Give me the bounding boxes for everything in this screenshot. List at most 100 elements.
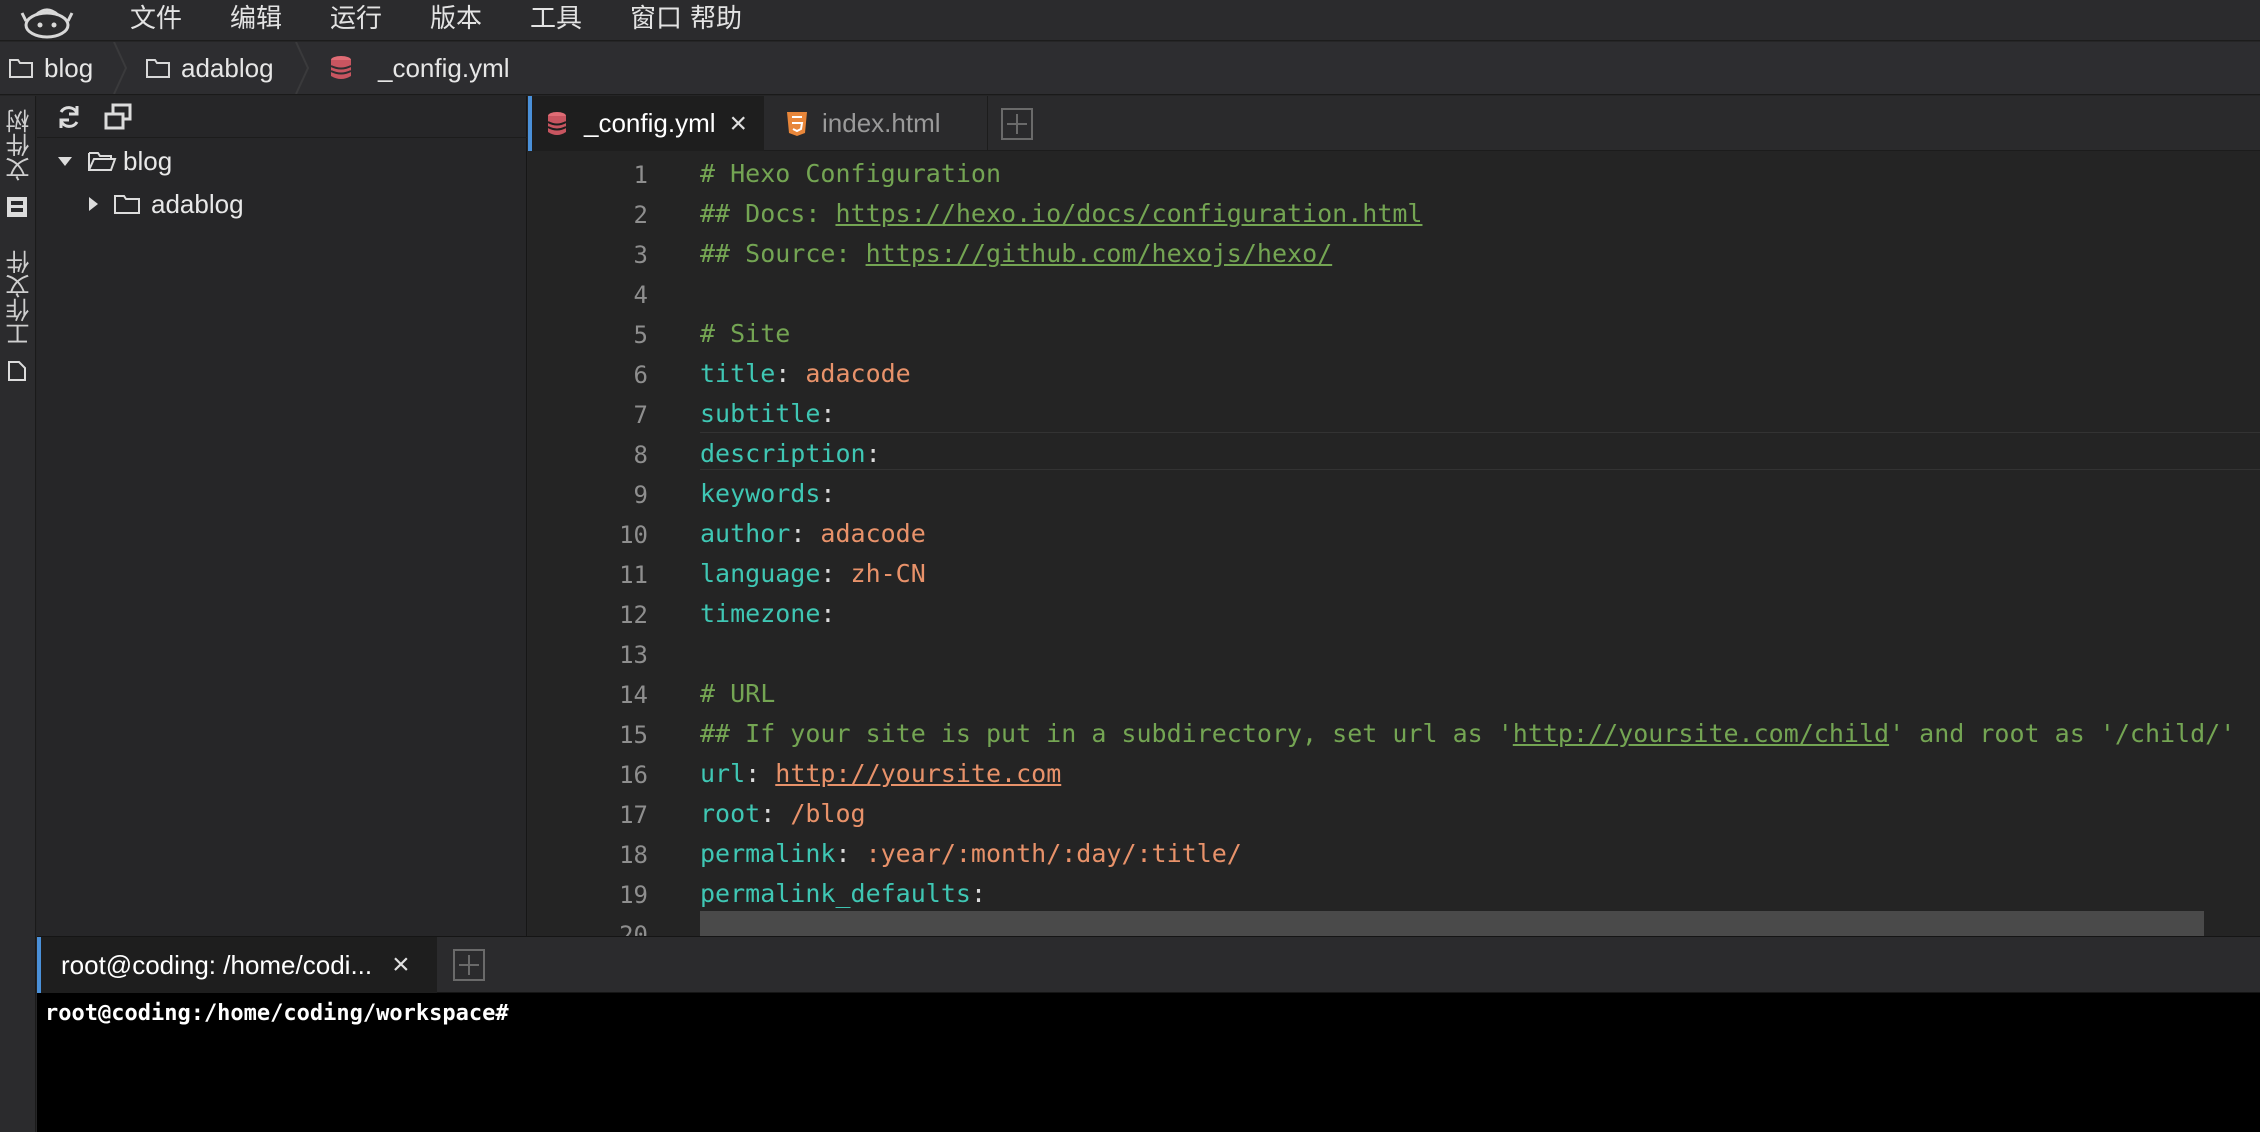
code-line: title: adacode <box>700 359 911 388</box>
code-line: language: zh-CN <box>700 559 926 588</box>
code-token: : <box>835 839 866 868</box>
line-number: 14 <box>619 681 648 709</box>
tab-close-icon[interactable]: × <box>730 107 748 141</box>
terminal-tab-label: root@coding: /home/codi... <box>61 949 373 980</box>
line-number: 13 <box>619 641 648 669</box>
code-token: : <box>775 359 806 388</box>
code-token: zh-CN <box>850 559 926 588</box>
code-token: adacode <box>820 519 926 548</box>
app-logo-icon[interactable] <box>20 3 74 39</box>
breadcrumb-item-adablog[interactable]: adablog <box>145 42 274 94</box>
code-token: /blog <box>790 799 866 828</box>
new-terminal-icon[interactable] <box>453 949 485 981</box>
code-token: : <box>760 799 791 828</box>
code-line: permalink: :year/:month/:day/:title/ <box>700 839 1242 868</box>
code-token: root <box>700 799 761 828</box>
collapse-all-icon[interactable] <box>103 102 133 132</box>
terminal-tab-close-icon[interactable]: × <box>392 948 410 982</box>
menu-window[interactable]: 窗口 <box>630 0 682 40</box>
breadcrumb-label: adablog <box>181 52 274 83</box>
code-line: root: /blog <box>700 799 866 828</box>
code-token: timezone <box>700 599 821 628</box>
horizontal-scrollbar[interactable] <box>700 911 2204 936</box>
code-token: :year/:month/:day/:title/ <box>865 839 1242 868</box>
side-tab-working-files[interactable]: 工作文件 <box>2 238 34 358</box>
terminal[interactable]: root@coding:/home/coding/workspace# <box>37 993 2260 1132</box>
menu-tools[interactable]: 工具 <box>530 0 582 40</box>
menu-version[interactable]: 版本 <box>430 0 482 40</box>
refresh-icon[interactable] <box>55 103 83 131</box>
code-token: url <box>700 759 746 788</box>
code-line: # Hexo Configuration <box>700 159 1001 188</box>
menu-run[interactable]: 运行 <box>330 0 382 40</box>
tree-item-label: adablog <box>151 188 244 219</box>
line-number: 12 <box>619 601 648 629</box>
menu-edit[interactable]: 编辑 <box>230 0 282 40</box>
code-token: ## Docs: <box>700 199 836 228</box>
editor-panel: _config.yml × index.html 1 # Hexo Configu… <box>528 96 2260 936</box>
line-number: 1 <box>633 161 648 189</box>
code-area[interactable]: 1 # Hexo Configuration 2 ## Docs: https://h… <box>528 151 2260 936</box>
working-files-icon[interactable] <box>5 358 29 384</box>
line-number: 7 <box>633 401 648 429</box>
tab-label: index.html <box>822 108 941 138</box>
code-line: subtitle: <box>700 399 835 428</box>
code-token: : <box>820 599 836 628</box>
code-token[interactable]: https://hexo.io/docs/configuration.html <box>835 199 1422 228</box>
code-line: # Site <box>700 319 790 348</box>
folder-open-icon <box>88 152 117 171</box>
line-number: 10 <box>619 521 648 549</box>
side-tab-file-tree[interactable]: 文件树 <box>2 102 34 188</box>
code-line: ## Source: https://github.com/hexojs/hex… <box>700 239 1332 268</box>
menu-help[interactable]: 帮助 <box>690 0 742 40</box>
line-number: 20 <box>619 921 648 936</box>
code-line: description: <box>700 439 881 468</box>
database-icon <box>330 56 352 79</box>
line-number: 3 <box>633 241 648 269</box>
current-line-highlight <box>700 432 2260 470</box>
code-line: timezone: <box>700 599 835 628</box>
file-tree-icon[interactable] <box>4 194 30 220</box>
expand-caret-icon[interactable] <box>55 151 75 171</box>
database-icon <box>547 111 567 135</box>
code-token: ## If your site is put in a subdirectory… <box>700 719 1513 748</box>
folder-icon <box>146 59 170 78</box>
new-tab-icon[interactable] <box>1001 108 1033 140</box>
tab-config-yml[interactable]: _config.yml × <box>528 96 764 151</box>
line-number: 6 <box>633 361 648 389</box>
breadcrumb-item-blog[interactable]: blog <box>8 42 93 94</box>
code-token: subtitle <box>700 399 821 428</box>
code-token[interactable]: https://github.com/hexojs/hexo/ <box>866 239 1333 268</box>
code-line: permalink_defaults: <box>700 879 986 908</box>
tab-index-html[interactable]: index.html <box>766 96 988 151</box>
line-number: 19 <box>619 881 648 909</box>
code-token: # Hexo Configuration <box>700 159 1002 188</box>
code-token: : <box>745 759 776 788</box>
line-number: 4 <box>633 281 648 309</box>
line-number: 9 <box>633 481 648 509</box>
breadcrumb-item-config[interactable]: _config.yml <box>328 42 510 94</box>
code-token: title <box>700 359 776 388</box>
line-number: 15 <box>619 721 648 749</box>
code-token: : <box>820 399 836 428</box>
collapse-caret-icon[interactable] <box>83 194 103 214</box>
terminal-tab-bar: root@coding: /home/codi... × <box>37 936 2260 993</box>
tree-item-adablog[interactable]: adablog <box>83 184 244 224</box>
editor-tab-bar: _config.yml × index.html <box>528 96 2260 151</box>
code-token: keywords <box>700 479 821 508</box>
code-token[interactable]: http://yoursite.com <box>775 759 1061 788</box>
code-token: : <box>820 559 851 588</box>
breadcrumb-label: _config.yml <box>378 52 510 83</box>
code-token[interactable]: http://yoursite.com/child <box>1513 719 1889 748</box>
code-line: # URL <box>700 679 775 708</box>
tree-item-label: blog <box>123 145 173 176</box>
code-token: ' and root as '/child/' <box>1889 719 2236 748</box>
line-number: 17 <box>619 801 648 829</box>
breadcrumb-separator-icon <box>113 42 128 94</box>
terminal-tab[interactable]: root@coding: /home/codi... × <box>37 937 437 993</box>
menu-file[interactable]: 文件 <box>130 0 182 40</box>
code-line: ## If your site is put in a subdirectory… <box>700 719 2235 748</box>
code-token: permalink_defaults <box>700 879 971 908</box>
line-number: 16 <box>619 761 648 789</box>
tree-item-blog[interactable]: blog <box>55 141 172 181</box>
